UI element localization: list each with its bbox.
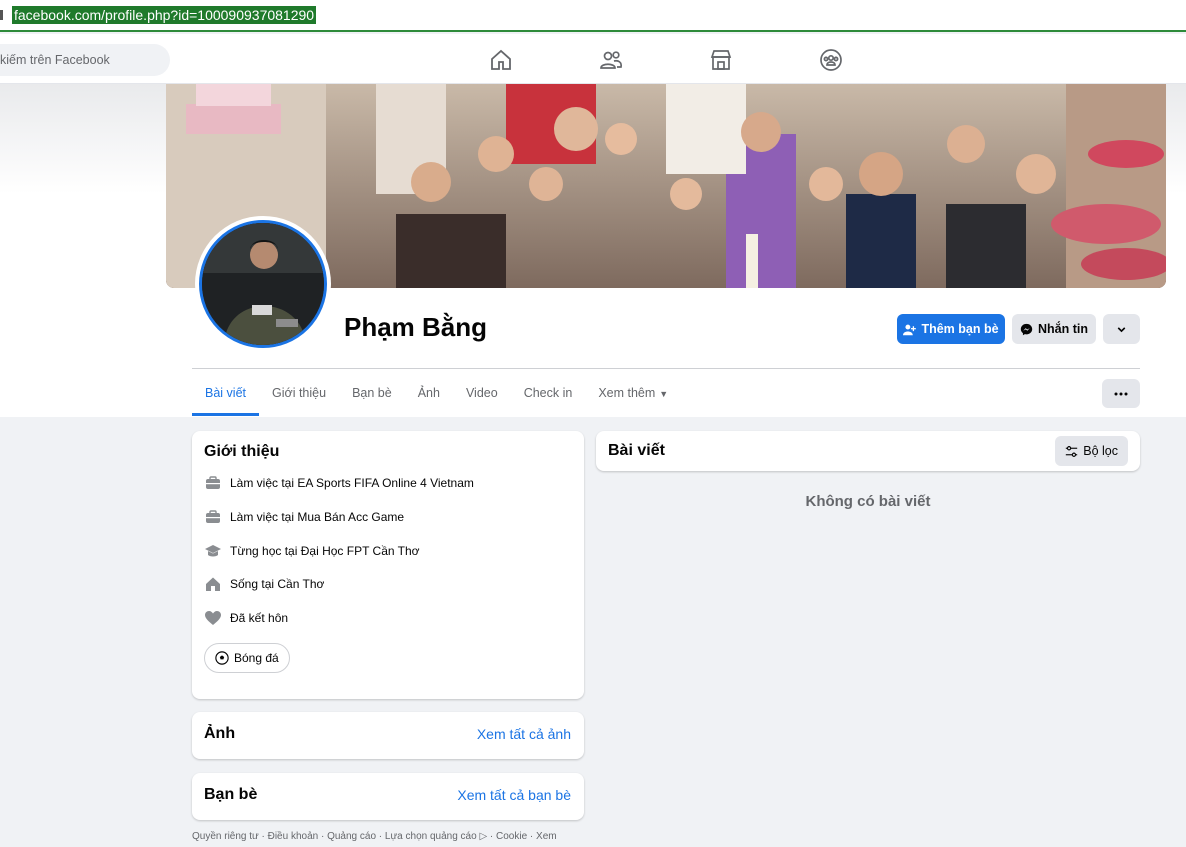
message-button[interactable]: Nhắn tin (1012, 314, 1096, 344)
friends-title: Bạn bè (204, 786, 258, 803)
more-options-button[interactable] (1102, 379, 1140, 408)
add-friend-button[interactable]: Thêm bạn bè (897, 314, 1005, 344)
groups-icon[interactable] (819, 48, 843, 72)
home-icon[interactable] (489, 48, 513, 72)
chevron-down-icon (1117, 326, 1126, 332)
tab-about[interactable]: Giới thiệu (259, 370, 339, 416)
soccer-ball-icon (215, 651, 229, 665)
add-friend-icon (903, 324, 917, 335)
profile-name: Phạm Bằng (344, 312, 488, 342)
top-navigation: kiếm trên Facebook (0, 34, 1186, 84)
graduation-cap-icon (204, 542, 221, 559)
friends-icon[interactable] (599, 48, 623, 72)
url-text[interactable]: facebook.com/profile.php?id=100090937081… (12, 6, 317, 24)
search-placeholder: kiếm trên Facebook (0, 53, 110, 67)
briefcase-icon (204, 508, 221, 525)
search-input[interactable]: kiếm trên Facebook (0, 44, 170, 76)
tab-posts[interactable]: Bài viết (192, 370, 259, 416)
caret-down-icon: ▼ (659, 389, 669, 399)
intro-item-location: Sống tại Cần Thơ (204, 575, 324, 592)
intro-item-work-2: Làm việc tại Mua Bán Acc Game (204, 508, 404, 525)
photos-card: Ảnh Xem tất cả ảnh (192, 712, 584, 759)
tab-check-ins[interactable]: Check in (511, 370, 586, 416)
profile-tabs: Bài viết Giới thiệu Bạn bè Ảnh Video Che… (192, 370, 681, 416)
address-bar[interactable]: facebook.com/profile.php?id=100090937081… (0, 0, 1186, 32)
intro-item-work-1: Làm việc tại EA Sports FIFA Online 4 Vie… (204, 474, 474, 491)
message-label: Nhắn tin (1038, 322, 1088, 336)
intro-title: Giới thiệu (204, 443, 280, 460)
header-divider (192, 368, 1140, 369)
briefcase-icon (204, 474, 221, 491)
filter-label: Bộ lọc (1083, 444, 1118, 458)
profile-avatar[interactable] (195, 216, 331, 352)
hobby-chip-football[interactable]: Bóng đá (204, 643, 290, 673)
see-all-photos-link[interactable]: Xem tất cả ảnh (477, 726, 571, 742)
photos-title: Ảnh (204, 725, 236, 742)
footer-links[interactable]: Quyền riêng tư · Điều khoản · Quảng cáo … (192, 830, 572, 844)
profile-options-button[interactable] (1103, 314, 1140, 344)
house-icon (204, 575, 221, 592)
tab-friends[interactable]: Bạn bè (339, 370, 405, 416)
heart-icon (204, 609, 221, 626)
intro-item-relationship: Đã kết hôn (204, 609, 288, 626)
messenger-icon (1020, 323, 1033, 335)
tab-photos[interactable]: Ảnh (405, 370, 453, 416)
hobby-label: Bóng đá (234, 651, 279, 665)
intro-item-education: Từng học tại Đại Học FPT Cần Thơ (204, 542, 420, 559)
tab-more[interactable]: Xem thêm ▼ (585, 370, 681, 416)
no-posts-message: Không có bài viết (805, 493, 931, 510)
marketplace-icon[interactable] (709, 48, 733, 72)
filter-button[interactable]: Bộ lọc (1055, 436, 1128, 466)
filter-sliders-icon (1066, 445, 1078, 457)
posts-title: Bài viết (608, 442, 665, 459)
see-all-friends-link[interactable]: Xem tất cả bạn bè (457, 787, 571, 803)
address-bar-edge (0, 10, 3, 20)
intro-card: Giới thiệu Làm việc tại EA Sports FIFA O… (192, 431, 584, 699)
more-dots-icon (1114, 392, 1128, 395)
friends-card: Bạn bè Xem tất cả bạn bè (192, 773, 584, 820)
posts-card: Bài viết Bộ lọc (596, 431, 1140, 471)
add-friend-label: Thêm bạn bè (921, 322, 999, 336)
tab-videos[interactable]: Video (453, 370, 511, 416)
